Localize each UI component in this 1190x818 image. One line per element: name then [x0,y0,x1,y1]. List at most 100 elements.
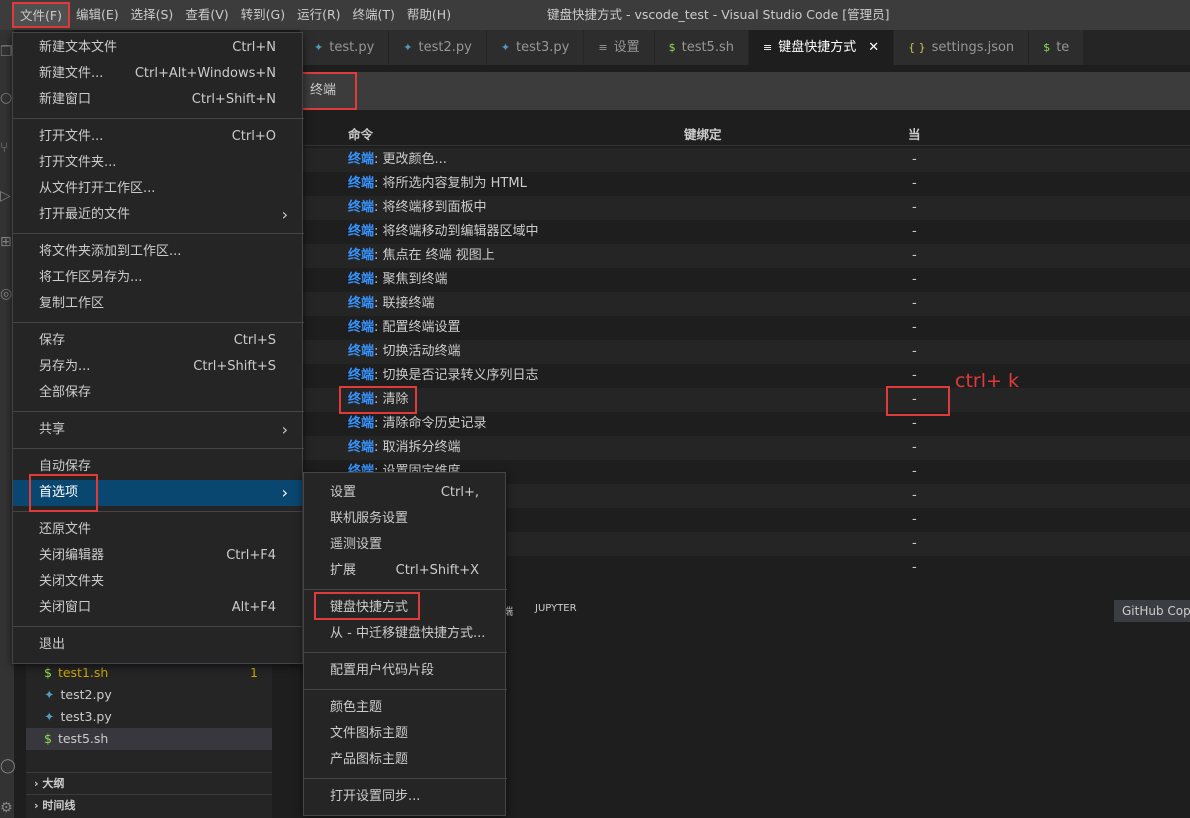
tab-4[interactable]: $ test5.sh [654,30,749,65]
menu-item[interactable]: 颜色主题 [304,695,505,721]
menu-item[interactable]: 将文件夹添加到工作区... [13,239,302,265]
table-row[interactable]: 终端: 取消拆分终端 - [300,436,1190,460]
menu-item-label: 配置用户代码片段 [330,663,435,678]
menu-item[interactable]: 打开最近的文件 › [13,202,302,228]
annotation-shortcut: ctrl+ k [955,370,1019,392]
menu-item[interactable]: 将工作区另存为... [13,265,302,291]
account-icon[interactable]: ◯ [0,758,16,776]
tab-6[interactable]: { } settings.json [894,30,1030,65]
menu-item[interactable]: 关闭文件夹 [13,569,302,595]
table-row[interactable]: 终端: 更改颜色... - [300,148,1190,172]
table-row[interactable]: 终端: 焦点在 终端 视图上 - [300,244,1190,268]
menu-item[interactable]: 新建窗口 Ctrl+Shift+N [13,87,302,113]
when-cell: - [912,560,917,575]
menu-item[interactable]: 联机服务设置 [304,506,505,532]
menu-item-label: 关闭窗口 [39,600,92,615]
menu-item[interactable]: 打开文件... Ctrl+O [13,124,302,150]
tab-3[interactable]: ≡ 设置 [584,30,655,65]
table-row[interactable]: 终端: 清除命令历史记录 - [300,412,1190,436]
menu-terminal[interactable]: 终端(T) [347,0,401,30]
gear-icon[interactable]: ⚙ [0,800,14,818]
menu-item[interactable]: 新建文本文件 Ctrl+N [13,35,302,61]
column-keybinding[interactable]: 键绑定 [684,124,722,143]
highlight-preferences [29,474,98,512]
close-icon[interactable]: ✕ [868,30,879,65]
menu-item[interactable]: 关闭编辑器 Ctrl+F4 [13,543,302,569]
table-row[interactable]: 终端: 将终端移动到编辑器区域中 - [300,220,1190,244]
keybinding-search-input[interactable]: 终端 [296,72,357,110]
menu-item-shortcut: Ctrl+O [231,129,276,144]
file-item[interactable]: $ test1.sh 1 [26,662,272,684]
window-title: 键盘快捷方式 - vscode_test - Visual Studio Cod… [547,7,890,22]
table-row[interactable]: 终端: 清除 - [300,388,1190,412]
menu-item[interactable]: 从 - 中迁移键盘快捷方式... [304,621,505,647]
command-cell: 终端: 切换是否记录转义序列日志 [348,364,539,388]
menu-item-label: 全部保存 [39,385,92,400]
keybinding-search-bar[interactable]: 终端 [296,72,1190,110]
menu-item[interactable]: 打开设置同步... [304,784,505,810]
menu-run[interactable]: 运行(R) [291,0,346,30]
menu-item[interactable]: 复制工作区 [13,291,302,317]
menu-item-label: 从 - 中迁移键盘快捷方式... [330,626,486,641]
sidebar-section[interactable]: › 大纲 [26,772,272,794]
explorer-sidebar: $ test1.sh 1 ✦ test2.py ✦ test3.py $ test5.sh › 大… [26,660,272,818]
menu-item[interactable]: 新建文件... Ctrl+Alt+Windows+N [13,61,302,87]
table-row[interactable]: 终端: 聚焦到终端 - [300,268,1190,292]
menu-item[interactable]: 打开文件夹... [13,150,302,176]
table-row[interactable]: 终端: 切换是否记录转义序列日志 - [300,364,1190,388]
menu-item[interactable]: 全部保存 [13,380,302,406]
menu-item-label: 设置 [330,485,357,500]
command-label: : 切换活动终端 [374,344,461,359]
sidebar-section[interactable]: › 时间线 [26,794,272,816]
menu-item-shortcut: Ctrl+S [233,333,276,348]
menu-item[interactable]: 还原文件 [13,517,302,543]
table-row[interactable]: 终端: 切换活动终端 - [300,340,1190,364]
menu-item-label: 共享 [39,422,66,437]
command-cell: 终端: 更改颜色... [348,148,447,172]
tab-5[interactable]: ≡ 键盘快捷方式 ✕ [748,30,895,65]
menu-item[interactable]: 退出 [13,632,302,658]
command-cell: 终端: 联接终端 [348,292,435,316]
tab-1[interactable]: ✦ test2.py [389,30,487,65]
menu-go[interactable]: 转到(G) [235,0,291,30]
table-row[interactable]: 终端: 配置终端设置 - [300,316,1190,340]
tab-7[interactable]: $ te [1029,30,1085,65]
table-row[interactable]: 终端: 联接终端 - [300,292,1190,316]
column-command[interactable]: 命令 [348,124,373,143]
tab-2[interactable]: ✦ test3.py [486,30,585,65]
tab-0[interactable]: ✦ test.py [300,30,390,65]
table-row[interactable]: 终端: 将所选内容复制为 HTML - [300,172,1190,196]
table-row[interactable]: 终端: 将终端移到面板中 - [300,196,1190,220]
when-cell: - [912,296,917,311]
menu-item[interactable]: 共享 › [13,417,302,443]
menu-item[interactable]: 配置用户代码片段 [304,658,505,684]
github-copilot-button[interactable]: GitHub Cop [1114,600,1190,622]
menu-item-label: 颜色主题 [330,700,383,715]
file-name: test3.py [60,709,112,724]
file-menu: 新建文本文件 Ctrl+N 新建文件... Ctrl+Alt+Windows+N 新建窗… [12,32,304,664]
file-item[interactable]: ✦ test3.py [26,706,272,728]
file-item[interactable]: $ test5.sh [26,728,272,750]
menu-item[interactable]: 遥测设置 [304,532,505,558]
menu-item-label: 将工作区另存为... [39,270,143,285]
menu-item[interactable]: 保存 Ctrl+S [13,328,302,354]
menu-item[interactable]: 另存为... Ctrl+Shift+S [13,354,302,380]
menu-edit[interactable]: 编辑(E) [70,0,125,30]
menu-view[interactable]: 查看(V) [179,0,234,30]
menu-item[interactable]: 扩展 Ctrl+Shift+X [304,558,505,584]
menu-help[interactable]: 帮助(H) [401,0,457,30]
menu-item-label: 退出 [39,637,66,652]
menu-item[interactable]: 文件图标主题 [304,721,505,747]
panel-tab-jupyter[interactable]: JUPYTER [535,603,577,614]
menu-item-shortcut: Ctrl+Alt+Windows+N [134,66,276,81]
menu-item[interactable]: 从文件打开工作区... [13,176,302,202]
menu-item[interactable]: 设置 Ctrl+, [304,480,505,506]
column-when[interactable]: 当 [908,124,921,143]
menu-selection[interactable]: 选择(S) [125,0,180,30]
file-item[interactable]: ✦ test2.py [26,684,272,706]
menu-item-label: 关闭编辑器 [39,548,105,563]
menu-item[interactable]: 产品图标主题 [304,747,505,773]
menu-item[interactable]: 关闭窗口 Alt+F4 [13,595,302,621]
menu-file[interactable]: 文件(F) [12,2,70,28]
command-category: 终端 [348,440,375,455]
